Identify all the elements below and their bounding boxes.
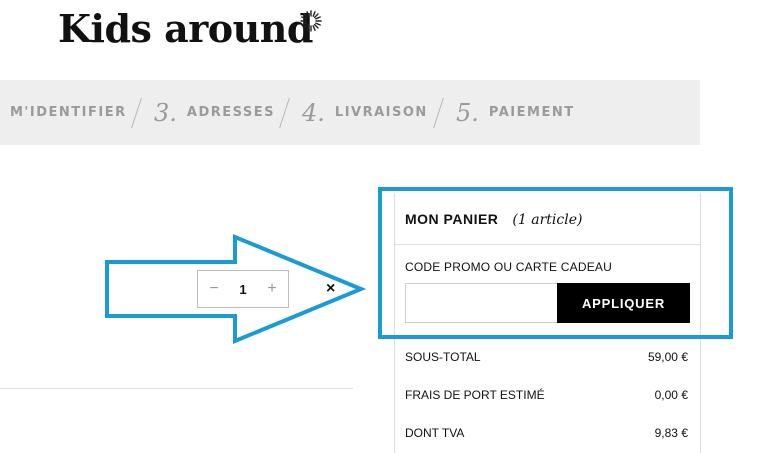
quantity-value[interactable]: 1 xyxy=(239,282,246,297)
step-label: LIVRAISON xyxy=(334,105,428,120)
plus-icon[interactable]: + xyxy=(262,280,282,298)
sunburst-icon xyxy=(300,10,322,32)
tax-row: DONT TVA 9,83 € xyxy=(405,426,688,440)
brand-logo[interactable]: Kids around xyxy=(58,6,313,51)
quantity-stepper[interactable]: − 1 + xyxy=(197,270,289,308)
step-number: 5. xyxy=(456,98,479,127)
row-value: 9,83 € xyxy=(654,426,688,440)
item-divider xyxy=(0,388,353,389)
step-addresses[interactable]: 3. ADRESSES xyxy=(154,80,275,145)
step-number: 3. xyxy=(154,98,177,127)
cart-count: (1 article) xyxy=(512,212,583,228)
shipping-row: FRAIS DE PORT ESTIMÉ 0,00 € xyxy=(405,388,688,402)
promo-label: CODE PROMO OU CARTE CADEAU xyxy=(405,260,613,274)
step-separator xyxy=(279,98,290,128)
row-label: SOUS-TOTAL xyxy=(405,350,481,364)
step-payment[interactable]: 5. PAIEMENT xyxy=(456,80,575,145)
promo-code-input[interactable] xyxy=(405,283,557,323)
step-separator xyxy=(131,98,142,128)
row-value: 59,00 € xyxy=(647,350,688,364)
row-label: DONT TVA xyxy=(405,426,465,440)
apply-button[interactable]: APPLIQUER xyxy=(557,283,690,323)
cart-header: MON PANIER (1 article) xyxy=(405,211,582,228)
step-label: ADRESSES xyxy=(186,105,276,120)
step-delivery[interactable]: 4. LIVRAISON xyxy=(302,80,428,145)
minus-icon[interactable]: − xyxy=(204,280,224,298)
cart-title: MON PANIER xyxy=(405,211,499,227)
remove-item-icon[interactable]: × xyxy=(326,280,335,298)
cart-panel: MON PANIER (1 article) CODE PROMO OU CAR… xyxy=(394,193,701,453)
cart-divider xyxy=(395,244,700,245)
step-identify[interactable]: M'IDENTIFIER xyxy=(10,80,127,145)
row-label: FRAIS DE PORT ESTIMÉ xyxy=(405,388,545,402)
checkout-steps: M'IDENTIFIER 3. ADRESSES 4. LIVRAISON 5.… xyxy=(0,80,700,145)
row-value: 0,00 € xyxy=(654,388,688,402)
step-separator xyxy=(433,98,444,128)
step-number: 4. xyxy=(302,98,325,127)
step-label: M'IDENTIFIER xyxy=(10,105,127,120)
subtotal-row: SOUS-TOTAL 59,00 € xyxy=(405,350,688,364)
step-label: PAIEMENT xyxy=(488,105,575,120)
